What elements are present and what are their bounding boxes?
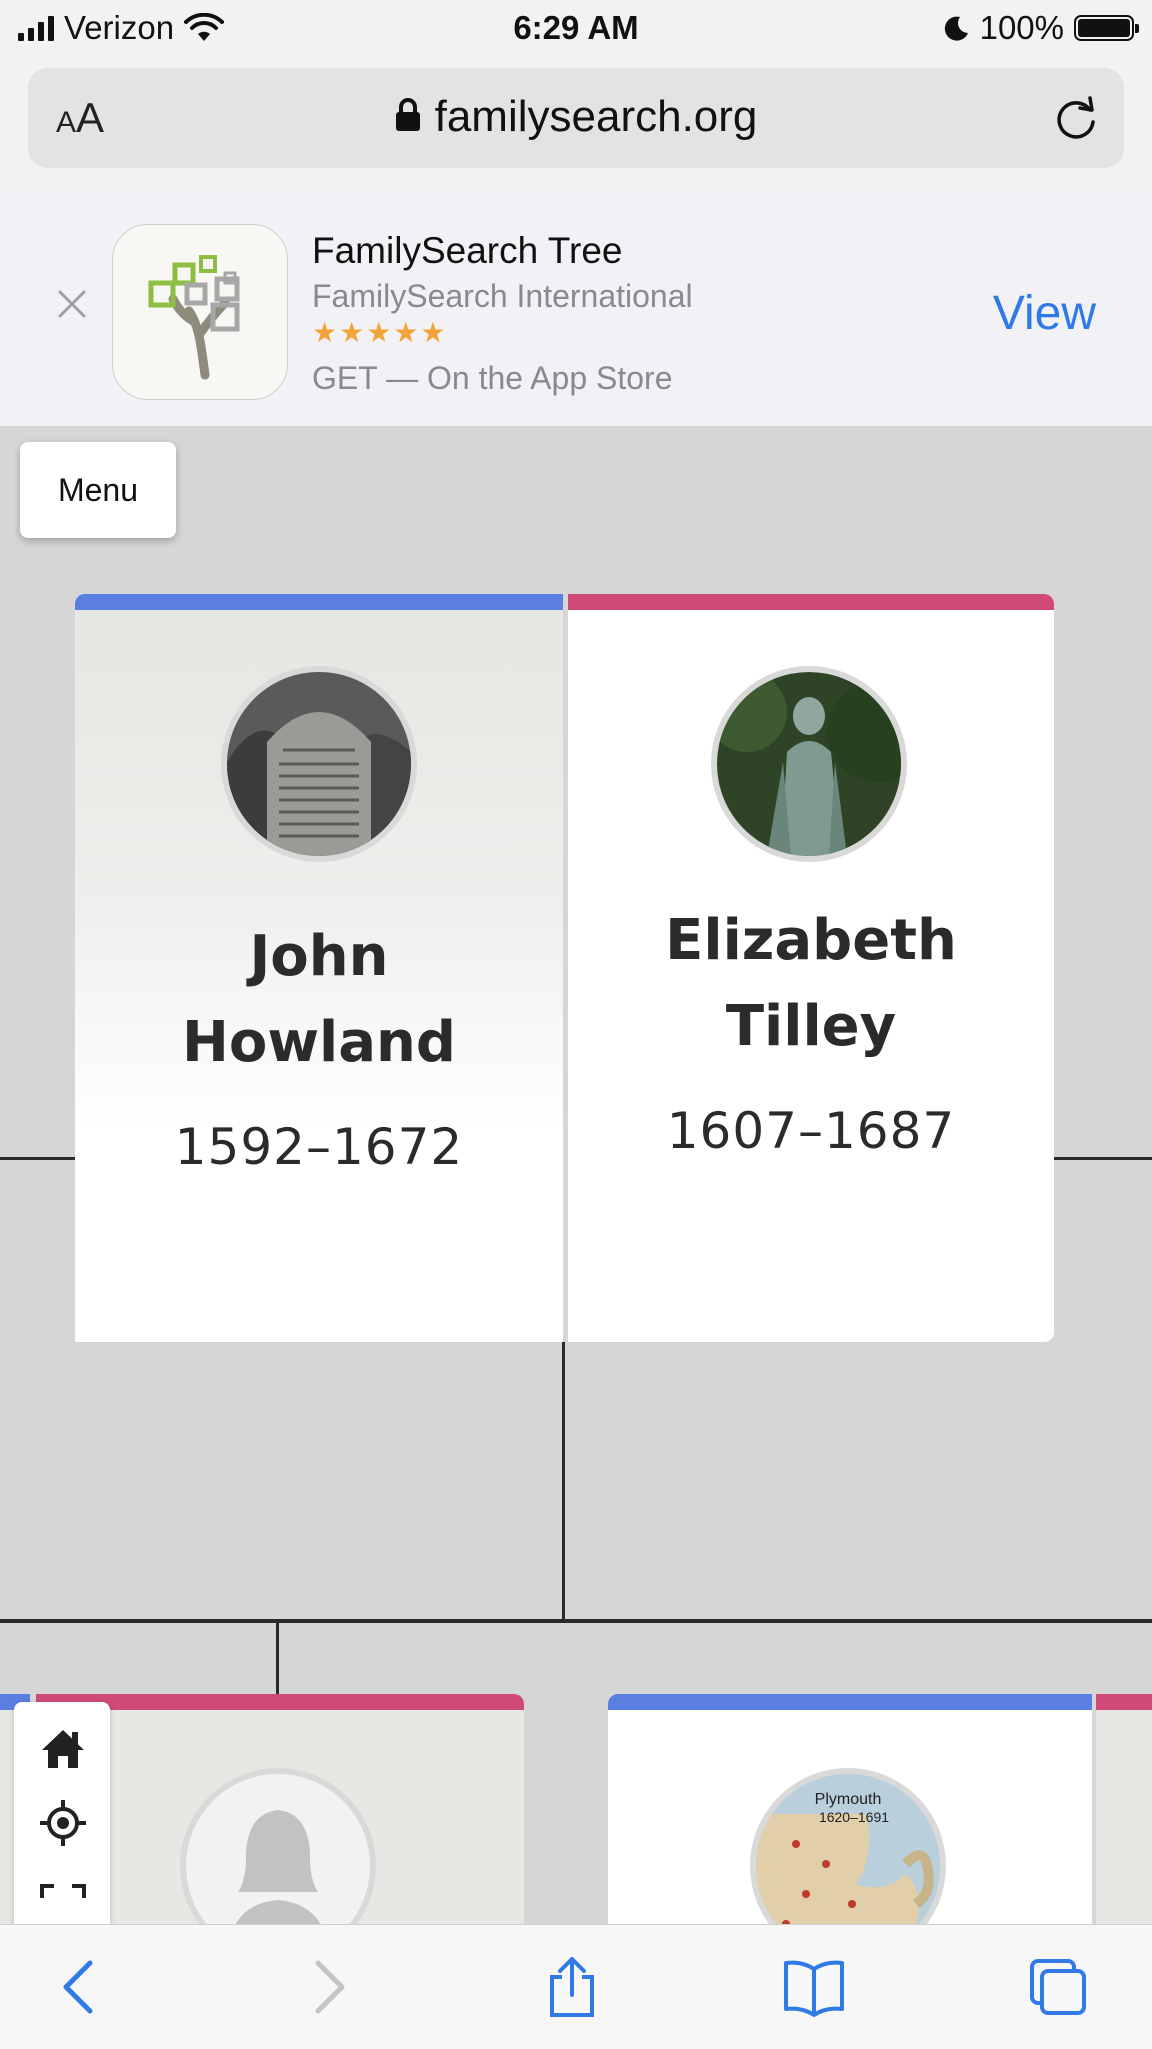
moon-icon — [944, 16, 968, 41]
battery-icon — [1074, 15, 1139, 41]
first-name: John — [249, 924, 389, 989]
female-silhouette-icon — [230, 1810, 326, 1934]
person-card-place-map[interactable]: Plymouth 1620–1691 — [608, 1694, 1092, 1934]
gravestone-photo — [227, 672, 411, 856]
gender-bar-female — [568, 594, 1054, 610]
connector-line — [0, 1157, 76, 1160]
app-developer: FamilySearch International — [312, 278, 693, 314]
partial-card-edge-right[interactable] — [1096, 1694, 1152, 1934]
map-photo: Plymouth 1620–1691 — [756, 1774, 940, 1934]
statue-photo — [717, 672, 901, 856]
browser-address-area: AA familysearch.org — [0, 60, 1152, 196]
reload-icon[interactable] — [1050, 92, 1102, 144]
gender-bar-male — [75, 594, 563, 610]
last-name: Howland — [181, 1010, 456, 1075]
portrait-map[interactable]: Plymouth 1620–1691 — [750, 1768, 946, 1934]
portrait-placeholder[interactable] — [180, 1768, 376, 1934]
portrait-gravestone[interactable] — [221, 666, 417, 862]
portrait-statue[interactable] — [711, 666, 907, 862]
family-tree-logo-icon — [148, 255, 240, 380]
person-card-elizabeth-tilley[interactable]: Elizabeth Tilley 1607–1687 — [568, 594, 1054, 1342]
life-years: 1592–1672 — [174, 1118, 464, 1176]
home-icon[interactable] — [38, 1724, 88, 1774]
share-icon[interactable] — [540, 1955, 604, 2019]
app-name: FamilySearch Tree — [312, 230, 623, 271]
connector-line — [562, 1342, 565, 1622]
rating-stars: ★★★★★ — [312, 317, 448, 348]
bookmarks-icon[interactable] — [782, 1955, 846, 2019]
tabs-icon[interactable] — [1026, 1955, 1090, 2019]
status-right: 100% — [942, 8, 1139, 48]
url-display[interactable]: familysearch.org — [28, 92, 1124, 142]
gender-bar-male — [608, 1694, 1092, 1710]
battery-percent: 100% — [979, 9, 1064, 46]
smart-app-banner: FamilySearch Tree FamilySearch Internati… — [0, 196, 1152, 428]
connector-line — [0, 1619, 1152, 1623]
close-icon[interactable] — [54, 286, 90, 322]
forward-icon[interactable] — [296, 1955, 360, 2019]
connector-line — [276, 1621, 279, 1697]
person-name: John Howland — [75, 914, 563, 1086]
menu-button[interactable]: Menu — [20, 442, 176, 538]
tree-tools-panel — [14, 1702, 110, 1928]
safari-toolbar — [0, 1924, 1152, 2049]
app-store-text: GET — On the App Store — [312, 360, 673, 396]
last-name: Tilley — [725, 994, 897, 1059]
connector-line — [1052, 1157, 1152, 1160]
app-icon[interactable] — [112, 224, 288, 400]
view-app-button[interactable]: View — [993, 286, 1096, 341]
first-name: Elizabeth — [665, 908, 957, 973]
map-years: 1620–1691 — [819, 1809, 889, 1825]
status-bar: Verizon 6:29 AM 100% — [0, 0, 1152, 60]
back-icon[interactable] — [48, 1955, 112, 2019]
url-text: familysearch.org — [434, 92, 758, 141]
recenter-icon[interactable] — [38, 1798, 88, 1848]
person-name: Elizabeth Tilley — [568, 898, 1054, 1070]
address-bar[interactable]: AA familysearch.org — [28, 68, 1124, 168]
person-card-john-howland[interactable]: John Howland 1592–1672 — [75, 594, 563, 1342]
gender-bar-female — [1096, 1694, 1152, 1710]
lock-icon — [395, 98, 420, 132]
map-title: Plymouth — [815, 1791, 882, 1808]
life-years: 1607–1687 — [666, 1102, 956, 1160]
